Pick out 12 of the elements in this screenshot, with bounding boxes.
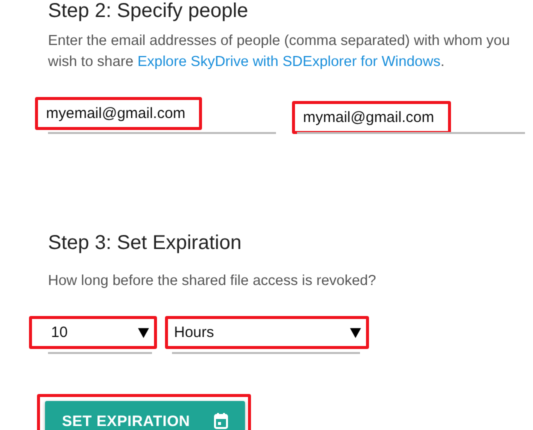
- calendar-icon: [214, 413, 228, 429]
- dropdown[interactable]: Hours: [165, 316, 369, 349]
- caret-icon: [350, 327, 361, 338]
- step-heading: Step 3: Set Expiration: [48, 232, 242, 255]
- step-heading: Step 2: Specify people: [48, 0, 250, 23]
- email-field[interactable]: myemail@gmail.com: [35, 97, 202, 130]
- question-text: How long before the shared file access is revoked?: [48, 272, 378, 291]
- caret-icon: [138, 327, 149, 338]
- description-text: Enter the email addresses of people (comma separated) with whom you wish to share Explore SkyDrive with SDExplorer for Windows.: [48, 32, 511, 72]
- app-link[interactable]: Explore SkyDrive with SDExplorer for Windows: [137, 54, 440, 70]
- dropdown[interactable]: 10: [29, 316, 157, 349]
- email-field[interactable]: mymail@gmail.com: [292, 101, 451, 134]
